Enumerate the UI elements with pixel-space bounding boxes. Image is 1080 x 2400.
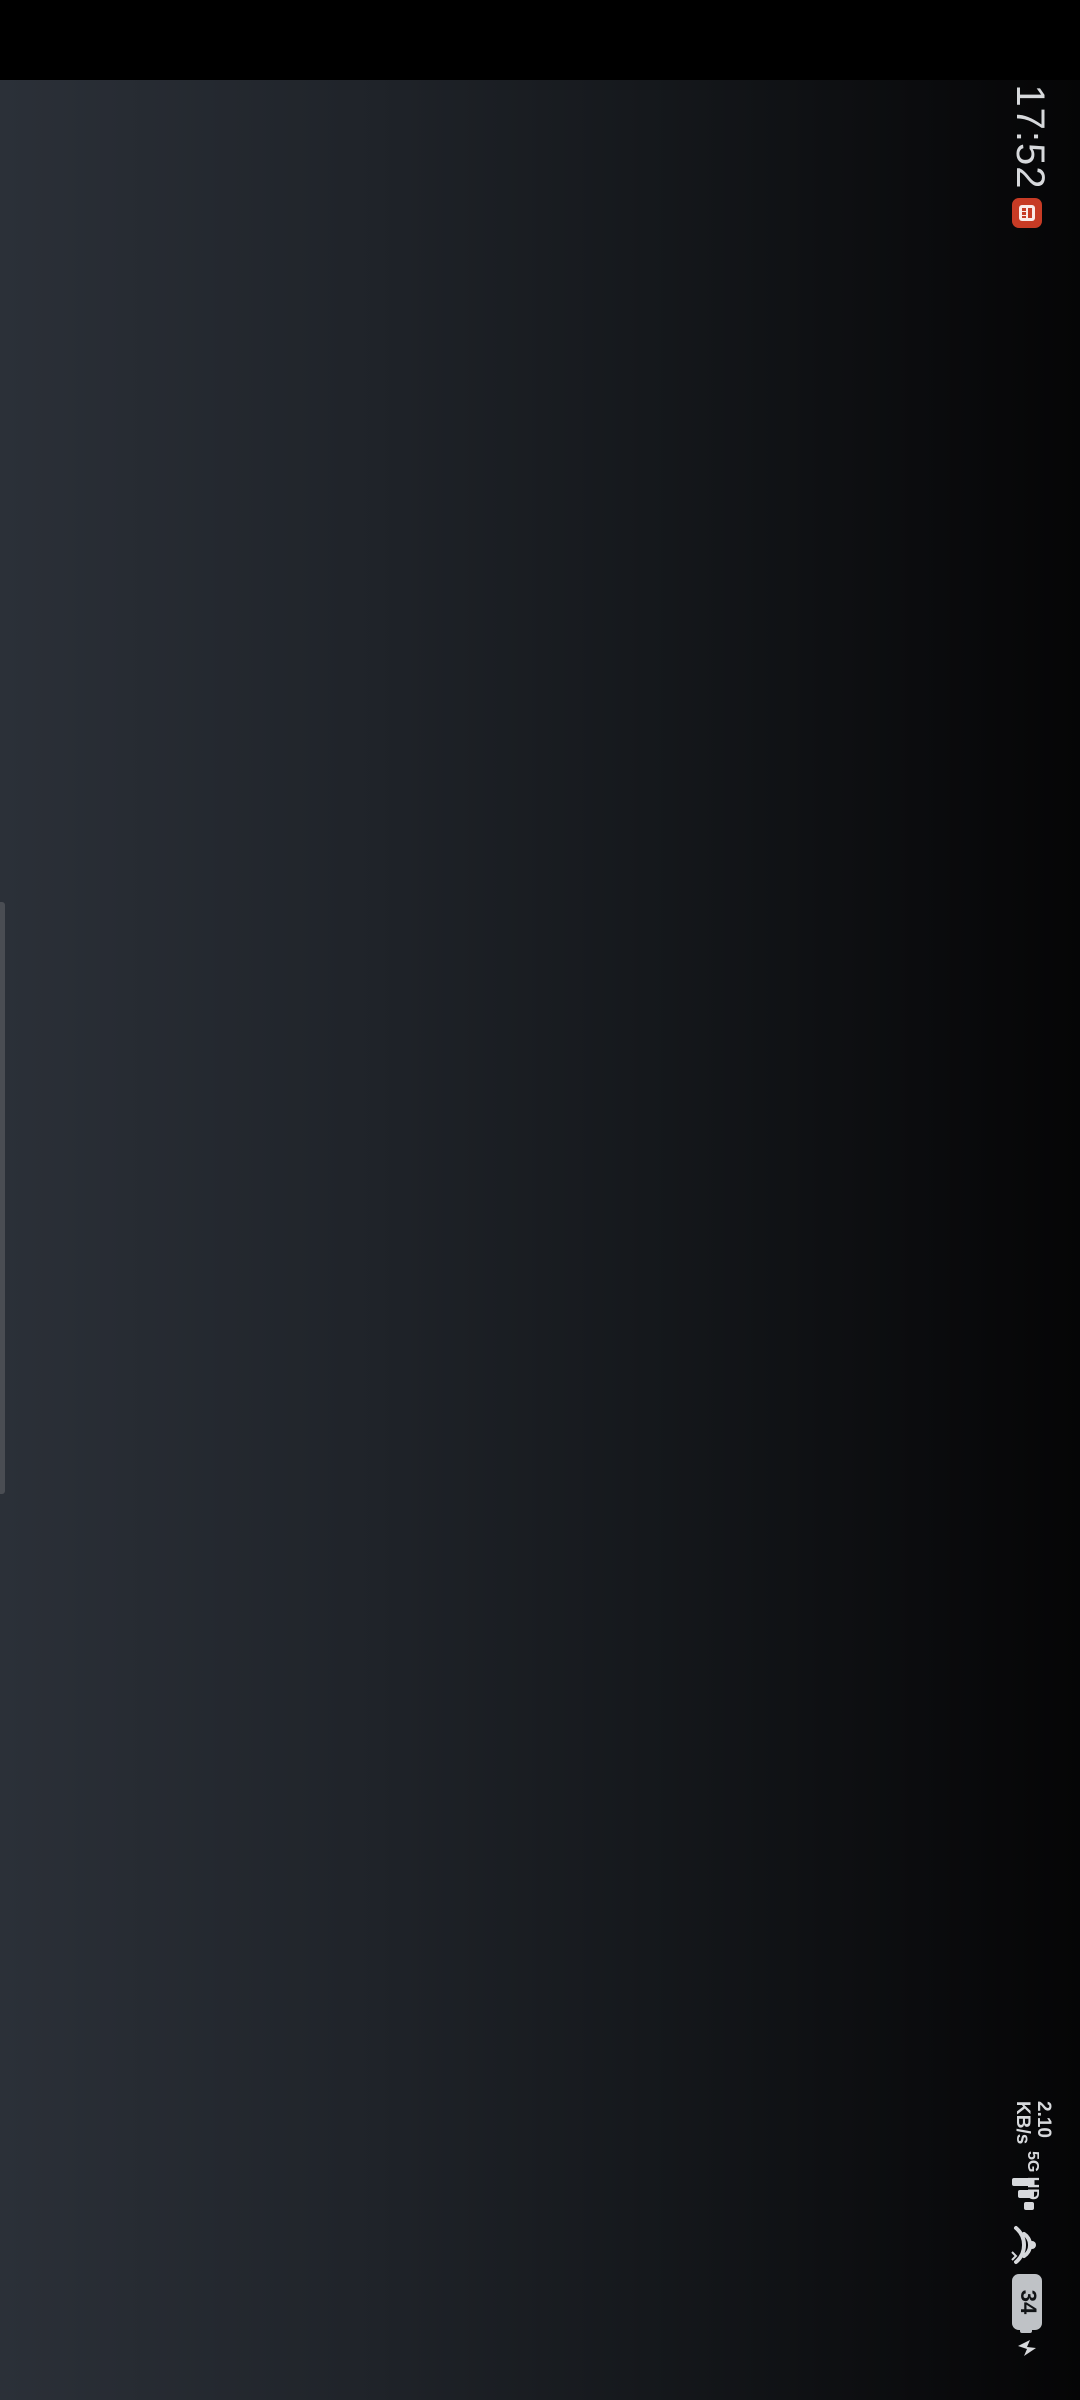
app-notification-icon (1012, 198, 1042, 228)
charging-bolt-icon (1018, 2340, 1036, 2356)
side-panel-handle[interactable] (0, 902, 5, 1494)
status-clock: 17:52 (1008, 84, 1052, 190)
cellular-signal-icon (1012, 2178, 1034, 2210)
battery-cap (1020, 2328, 1032, 2333)
status-bar: 17:52 2.10 KB/s 5G HD 34 (1000, 0, 1060, 2400)
battery-level: 34 (1016, 2289, 1041, 2315)
top-black-bar (0, 0, 1080, 80)
wifi-icon (1011, 2226, 1036, 2264)
screen: 17:52 2.10 KB/s 5G HD 34 (0, 0, 1080, 2400)
wallpaper-background (0, 80, 1080, 2400)
